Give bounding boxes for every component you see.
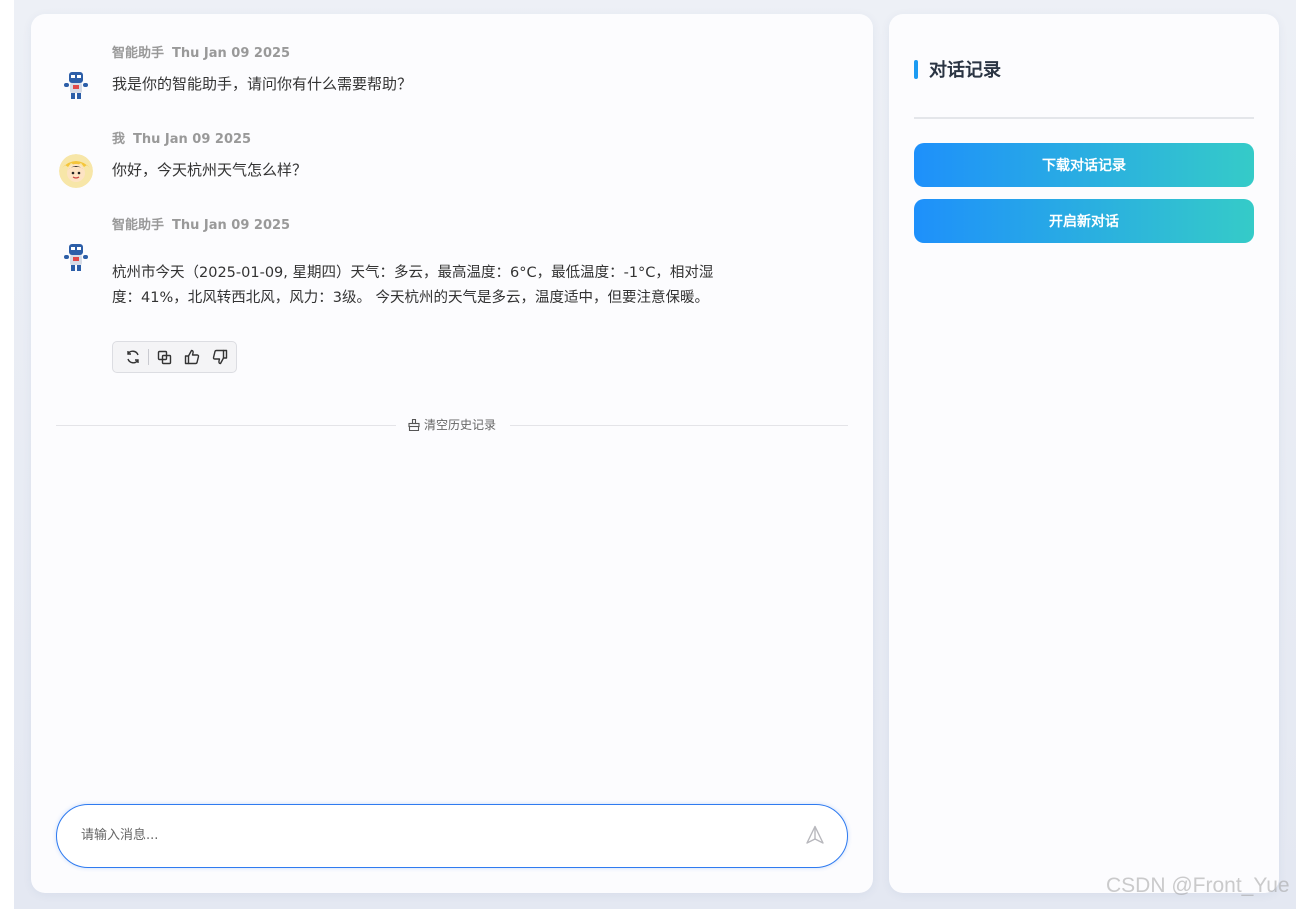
message-input-box (56, 804, 848, 868)
history-title-text: 对话记录 (929, 60, 1001, 81)
message-text: 你好，今天杭州天气怎么样？ (112, 161, 308, 179)
regenerate-button[interactable] (119, 342, 147, 372)
clear-history-button[interactable]: 清空历史记录 (408, 416, 496, 433)
message-meta: 智能助手 Thu Jan 09 2025 (112, 214, 290, 233)
watermark: CSDN @Front_Yue (1106, 874, 1290, 897)
robot-avatar (59, 68, 93, 102)
chat-panel: 智能助手 Thu Jan 09 2025 我是你的智能助手，请问你有什么需要帮助？… (31, 14, 873, 893)
new-chat-button[interactable]: 开启新对话 (914, 199, 1254, 243)
divider-line (56, 425, 396, 426)
clear-history-label: 清空历史记录 (424, 418, 497, 432)
message-action-bar (112, 341, 237, 373)
user-avatar (59, 154, 93, 188)
history-panel: 对话记录 下载对话记录 开启新对话 (889, 14, 1279, 893)
message-sender: 智能助手 (112, 46, 165, 61)
divider-line (510, 425, 848, 426)
dislike-button[interactable] (206, 342, 234, 372)
copy-button[interactable] (150, 342, 178, 372)
message-meta: 我 Thu Jan 09 2025 (112, 128, 251, 147)
refresh-icon (127, 350, 139, 364)
message-sender: 智能助手 (112, 218, 165, 233)
message-sender: 我 (112, 132, 126, 147)
broom-icon (408, 418, 420, 431)
message-text: 杭州市今天（2025-01-09, 星期四）天气：多云，最高温度：6°C，最低温… (112, 261, 772, 311)
history-divider (914, 117, 1254, 119)
thumbs-down-icon (212, 349, 228, 365)
robot-avatar (59, 240, 93, 274)
message-text-line: 杭州市今天（2025-01-09, 星期四）天气：多云，最高温度：6°C，最低温… (112, 265, 714, 281)
title-accent-bar (914, 59, 918, 79)
send-icon (806, 825, 824, 844)
message-text-line: 度：41%，北风转西北风，风力：3级。 今天杭州的天气是多云，温度适中，但要注意… (112, 290, 710, 306)
download-history-button[interactable]: 下载对话记录 (914, 143, 1254, 187)
message-time: Thu Jan 09 2025 (133, 132, 252, 147)
like-button[interactable] (178, 342, 206, 372)
action-separator (148, 349, 149, 365)
message-time: Thu Jan 09 2025 (172, 46, 291, 61)
message-text: 我是你的智能助手，请问你有什么需要帮助？ (112, 75, 413, 93)
clear-history-divider: 清空历史记录 (56, 416, 848, 434)
send-button[interactable] (805, 825, 827, 847)
copy-icon (157, 350, 171, 364)
message-input[interactable] (81, 805, 781, 866)
message-time: Thu Jan 09 2025 (172, 218, 291, 233)
message-meta: 智能助手 Thu Jan 09 2025 (112, 42, 290, 61)
thumbs-up-icon (184, 349, 200, 365)
history-panel-title: 对话记录 (914, 59, 1001, 81)
